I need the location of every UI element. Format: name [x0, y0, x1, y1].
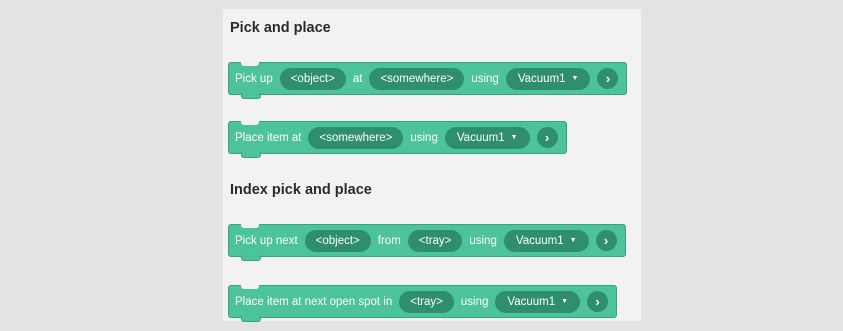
gripper-dropdown[interactable]: Vacuum1 ▼ — [503, 229, 589, 252]
block-pick-up[interactable]: Pick up <object> at <somewhere> using Va… — [228, 62, 628, 99]
block-text: using — [460, 295, 489, 308]
block-place-item-next-open-spot[interactable]: Place item at next open spot in <tray> u… — [228, 285, 618, 322]
block-place-item[interactable]: Place item at <somewhere> using Vacuum1 … — [228, 121, 567, 158]
caret-down-icon: ▼ — [569, 236, 577, 244]
location-slot[interactable]: <somewhere> — [369, 67, 465, 90]
chevron-right-icon[interactable]: › — [587, 291, 609, 312]
block-text: Pick up — [235, 72, 273, 85]
section-title-index-pick-and-place: Index pick and place — [230, 182, 372, 198]
block-text: from — [377, 234, 401, 247]
location-slot[interactable]: <somewhere> — [308, 126, 404, 149]
block-text: Pick up next — [235, 234, 298, 247]
chevron-right-icon[interactable]: › — [597, 68, 619, 89]
object-slot[interactable]: <object> — [304, 229, 371, 252]
gripper-dropdown[interactable]: Vacuum1 ▼ — [444, 126, 530, 149]
section-title-pick-and-place: Pick and place — [230, 20, 331, 36]
block-text: Place item at — [235, 131, 302, 144]
block-pick-up-next[interactable]: Pick up next <object> from <tray> using … — [228, 224, 626, 261]
gripper-dropdown[interactable]: Vacuum1 ▼ — [495, 290, 581, 313]
caret-down-icon: ▼ — [510, 133, 518, 141]
block-text: using — [410, 131, 438, 144]
tray-slot[interactable]: <tray> — [407, 229, 463, 252]
gripper-dropdown-value: Vacuum1 — [507, 295, 556, 308]
caret-down-icon: ▼ — [571, 74, 579, 82]
object-slot[interactable]: <object> — [279, 67, 346, 90]
caret-down-icon: ▼ — [561, 297, 569, 305]
chevron-right-icon[interactable]: › — [536, 127, 558, 148]
block-text: at — [352, 72, 363, 85]
gripper-dropdown-value: Vacuum1 — [456, 131, 505, 144]
block-text: Place item at next open spot in — [235, 295, 393, 308]
gripper-dropdown-value: Vacuum1 — [515, 234, 564, 247]
block-text: using — [469, 234, 497, 247]
gripper-dropdown[interactable]: Vacuum1 ▼ — [505, 67, 591, 90]
block-text: using — [471, 72, 499, 85]
block-palette: Pick and place Pick up <object> at <some… — [223, 9, 641, 322]
tray-slot[interactable]: <tray> — [399, 290, 454, 313]
chevron-right-icon[interactable]: › — [595, 230, 617, 251]
gripper-dropdown-value: Vacuum1 — [517, 72, 566, 85]
